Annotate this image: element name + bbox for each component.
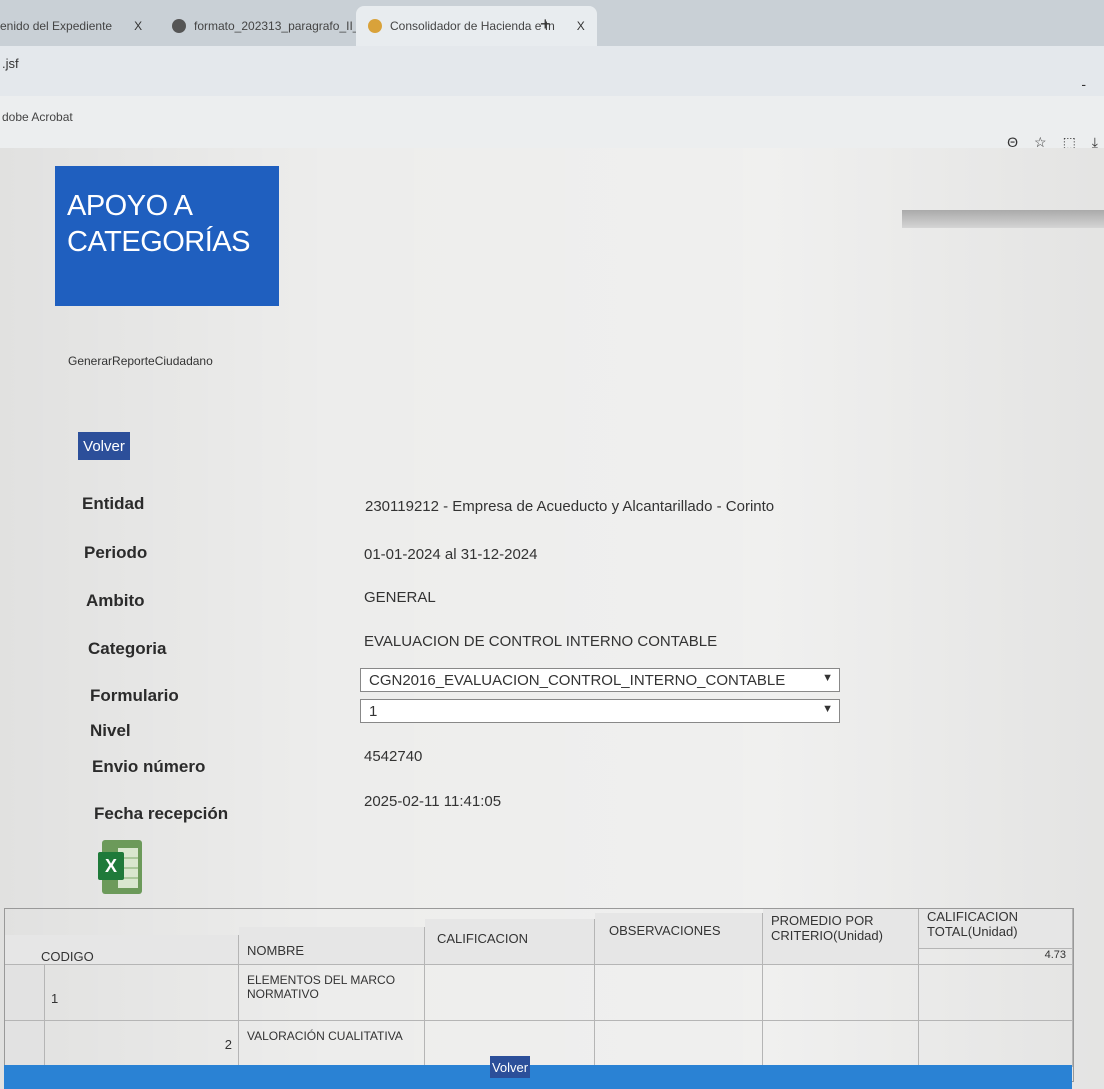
globe-icon xyxy=(172,19,186,33)
tab-label: Consolidador de Hacienda e In xyxy=(390,19,555,33)
formulario-select[interactable]: CGN2016_EVALUACION_CONTROL_INTERNO_CONTA… xyxy=(360,668,840,692)
header-calificacion: CALIFICACION xyxy=(425,919,595,965)
header-calificacion-total: CALIFICACION TOTAL(Unidad) xyxy=(919,909,1073,949)
header-codigo: CODIGO xyxy=(5,935,239,965)
fecha-value: 2025-02-11 11:41:05 xyxy=(364,793,502,810)
table-row-2-nombre: VALORACIÓN CUALITATIVA xyxy=(239,1021,425,1067)
footer-bar xyxy=(4,1065,1072,1089)
svg-text:X: X xyxy=(105,856,117,876)
tab-label: formato_202313_paragrafo_II_ xyxy=(194,19,360,33)
table-row-spacer xyxy=(5,965,45,1021)
browser-tab-bar: enido del Expediente X formato_202313_pa… xyxy=(0,0,1104,46)
header-observaciones: OBSERVACIONES xyxy=(595,913,763,965)
table-row-1-total xyxy=(919,965,1073,1021)
table-row-spacer xyxy=(5,1021,45,1067)
address-bar[interactable]: .jsf xyxy=(2,56,19,71)
tab-close-icon[interactable]: X xyxy=(134,19,142,33)
envio-label: Envio número xyxy=(92,757,206,776)
site-favicon-icon xyxy=(368,19,382,33)
calificaciones-table: CODIGO NOMBRE CALIFICACION OBSERVACIONES… xyxy=(4,908,1074,1082)
excel-export-icon[interactable]: X xyxy=(96,838,146,896)
header-nombre: NOMBRE xyxy=(239,927,425,965)
fecha-label: Fecha recepción xyxy=(94,804,229,823)
formulario-label: Formulario xyxy=(90,686,179,705)
table-row-2-total xyxy=(919,1021,1073,1067)
table-row-1-codigo: 1 xyxy=(45,965,239,1021)
table-row-2-codigo: 2 xyxy=(45,1021,239,1067)
bookmarks-bar: dobe Acrobat Θ ☆ ⬚ ⤓ xyxy=(0,96,1104,150)
envio-value: 4542740 xyxy=(364,748,423,765)
chevron-down-icon: ▼ xyxy=(822,703,833,715)
calificacion-total-value: 4.73 xyxy=(919,949,1073,965)
periodo-label: Periodo xyxy=(84,543,148,562)
table-row-1-nombre: ELEMENTOS DEL MARCO NORMATIVO xyxy=(239,965,425,1021)
nivel-selected-value: 1 xyxy=(369,702,378,720)
volver-button[interactable]: Volver xyxy=(78,432,130,460)
nivel-select[interactable]: 1 ▼ xyxy=(360,699,840,723)
table-row-1-observaciones xyxy=(595,965,763,1021)
logo-line-1: APOYO A xyxy=(67,190,193,222)
generar-reporte-link[interactable]: GenerarReporteCiudadano xyxy=(68,354,213,368)
header-promedio: PROMEDIO POR CRITERIO(Unidad) xyxy=(763,909,919,965)
logo-line-2: CATEGORÍAS xyxy=(67,226,251,258)
ambito-label: Ambito xyxy=(86,591,145,610)
tab-label: enido del Expediente xyxy=(0,19,113,33)
entidad-label: Entidad xyxy=(82,494,145,513)
table-row-2-observaciones xyxy=(595,1021,763,1067)
table-row-1-promedio xyxy=(763,965,919,1021)
bookmark-acrobat[interactable]: dobe Acrobat xyxy=(2,110,73,124)
ambito-value: GENERAL xyxy=(364,589,436,606)
nivel-label: Nivel xyxy=(90,721,131,740)
new-tab-button[interactable]: + xyxy=(540,14,551,35)
categoria-value: EVALUACION DE CONTROL INTERNO CONTABLE xyxy=(364,633,718,650)
formulario-selected-value: CGN2016_EVALUACION_CONTROL_INTERNO_CONTA… xyxy=(369,671,786,689)
tab-consolidador[interactable]: Consolidador de Hacienda e In X xyxy=(356,6,597,46)
volver-bottom-button[interactable]: Volver xyxy=(490,1056,530,1078)
browser-toolbar: .jsf - xyxy=(0,46,1104,96)
header-strip xyxy=(902,210,1104,228)
tab-close-icon[interactable]: X xyxy=(577,19,585,33)
minimize-button[interactable]: - xyxy=(1081,76,1086,92)
entidad-value: 230119212 - Empresa de Acueducto y Alcan… xyxy=(365,498,775,515)
table-row-2-promedio xyxy=(763,1021,919,1067)
tab-expediente[interactable]: enido del Expediente X xyxy=(0,6,142,46)
page-content: APOYO A CATEGORÍAS GenerarReporteCiudada… xyxy=(0,148,1104,1089)
apoyo-categorias-logo: APOYO A CATEGORÍAS xyxy=(55,166,279,306)
periodo-value: 01-01-2024 al 31-12-2024 xyxy=(364,546,538,563)
categoria-label: Categoria xyxy=(88,639,167,658)
table-row-1-calificacion xyxy=(425,965,595,1021)
chevron-down-icon: ▼ xyxy=(822,672,833,684)
